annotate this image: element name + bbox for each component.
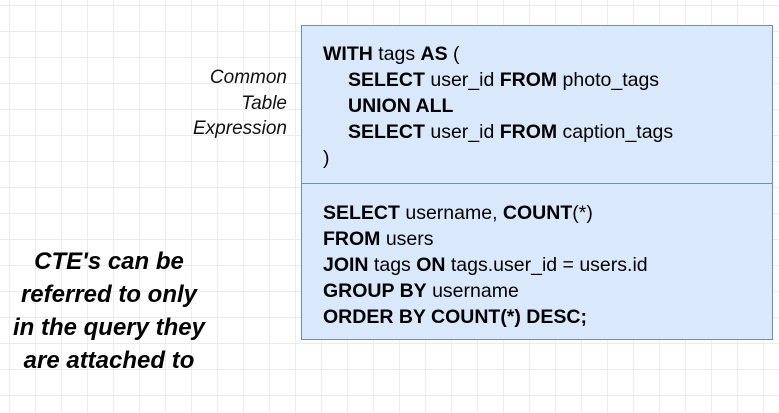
sql-text: tags.user_id = users.id [445,254,648,276]
sql-keyword: AS [420,43,448,65]
sql-keyword: JOIN [323,254,369,276]
sql-text: username [426,280,519,302]
sql-text: tags [368,254,417,276]
note-line: are attached to [23,347,195,374]
sql-keyword: WITH [323,43,373,65]
sql-text: tags [372,43,421,65]
sql-keyword: UNION ALL [348,95,454,117]
sql-text: user_id [424,69,500,91]
sql-text: user_id [424,121,500,143]
sql-line: SELECT user_id FROM caption_tags [323,119,772,145]
sql-line: ORDER BY COUNT(*) DESC; [323,304,772,330]
cte-scope-note: CTE's can be referred to only in the que… [0,245,224,377]
sql-keyword: SELECT [323,202,400,224]
sql-line: UNION ALL [323,93,772,119]
sql-keyword: FROM [499,121,558,143]
note-line: CTE's can be [34,248,184,275]
sql-line: WITH tags AS ( [323,41,772,67]
sql-keyword: ON [416,254,446,276]
sql-keyword: SELECT [348,69,425,91]
sql-keyword: FROM [499,69,558,91]
cte-label-line: Expression [193,118,287,139]
sql-text: ) [323,147,330,169]
sql-text: username, [399,202,503,224]
cte-label-line: Common [209,67,287,88]
sql-text: caption_tags [557,121,674,143]
note-line: in the query they [12,314,206,341]
sql-line: GROUP BY username [323,278,772,304]
sql-keyword: SELECT [348,121,425,143]
note-line: referred to only [20,281,198,308]
sql-line: JOIN tags ON tags.user_id = users.id [323,252,772,278]
sql-text: ( [447,43,460,65]
sql-line: ) [323,145,772,171]
main-query-box: SELECT username, COUNT(*) FROM users JOIN … [301,183,773,340]
sql-text: photo_tags [557,69,660,91]
sql-keyword: COUNT [502,202,573,224]
sql-keyword: GROUP BY [323,280,427,302]
cte-label: Common Table Expression [193,65,287,142]
sql-keyword: FROM [323,228,381,250]
sql-text: users [380,228,434,250]
sql-line: FROM users [323,226,772,252]
cte-query-box: WITH tags AS (SELECT user_id FROM photo_… [301,25,773,184]
cte-label-line: Table [241,92,287,114]
sql-keyword: ORDER BY COUNT(*) DESC; [323,306,587,328]
sql-line: SELECT username, COUNT(*) [323,200,772,226]
sql-line: SELECT user_id FROM photo_tags [323,67,772,93]
sql-text: (*) [572,202,593,224]
